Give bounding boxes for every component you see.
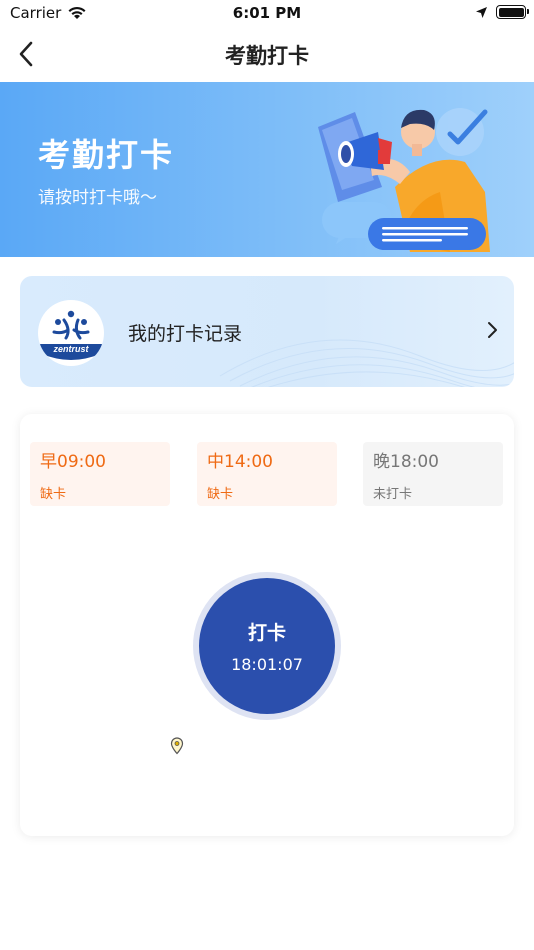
navigation-bar: 考勤打卡 (0, 28, 534, 82)
status-indicators (475, 5, 529, 19)
slot-status: 缺卡 (207, 487, 234, 502)
chevron-right-icon (488, 322, 497, 338)
slot-time: 中14:00 (207, 452, 273, 472)
banner-title: 考勤打卡 (38, 136, 175, 174)
battery-icon (496, 5, 529, 19)
slot-time: 早09:00 (40, 452, 106, 472)
banner: 考勤打卡 请按时打卡哦～ (0, 82, 534, 257)
slot-evening: 晚18:00 未打卡 (363, 442, 503, 506)
record-label: 我的打卡记录 (128, 323, 243, 345)
logo-text: zentrust (52, 344, 89, 354)
company-logo: zentrust (38, 300, 104, 366)
slot-time: 晚18:00 (373, 452, 439, 472)
clock: 6:01 PM (232, 4, 302, 22)
punch-label: 打卡 (247, 622, 286, 644)
status-bar: Carrier 6:01 PM (0, 0, 534, 28)
clock-in-card: 早09:00 缺卡 中14:00 缺卡 晚18:00 未打卡 打卡 18:01:… (20, 414, 514, 836)
attendance-record-card[interactable]: zentrust 我的打卡记录 (20, 276, 514, 387)
punch-button[interactable]: 打卡 18:01:07 (193, 572, 341, 720)
page-title: 考勤打卡 (225, 44, 309, 68)
location-pin-icon[interactable] (170, 737, 184, 755)
slot-morning: 早09:00 缺卡 (30, 442, 170, 506)
location-arrow-icon (476, 6, 487, 18)
punch-button-inner[interactable]: 打卡 18:01:07 (199, 578, 335, 714)
megaphone-person-illustration (318, 108, 490, 252)
punch-time: 18:01:07 (231, 655, 303, 674)
slot-noon: 中14:00 缺卡 (197, 442, 337, 506)
banner-subtitle: 请按时打卡哦～ (38, 188, 157, 208)
slot-status: 缺卡 (40, 487, 67, 502)
slot-status: 未打卡 (373, 487, 413, 502)
